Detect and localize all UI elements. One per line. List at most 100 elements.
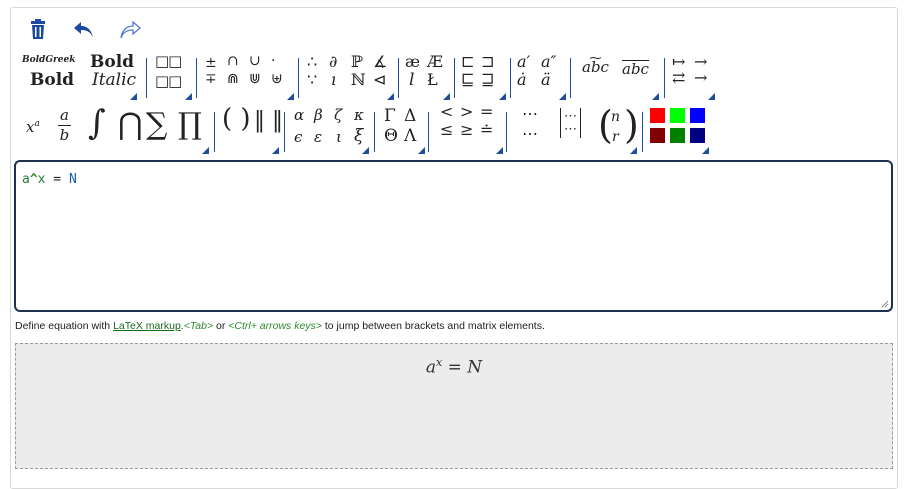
undo-button[interactable] <box>72 18 96 42</box>
resize-handle-icon[interactable] <box>881 300 889 308</box>
dropdown-corner-icon <box>652 93 659 100</box>
boxes-bottom-icon: □□ <box>155 72 182 90</box>
toolbar-row-1: BoldGreek Bold Bold Italic □□ □□ ± ∓ ∩ ⋒… <box>18 50 898 102</box>
wide-accents-group[interactable]: ⁓ abc abc <box>578 50 660 100</box>
separator <box>664 58 665 98</box>
script-l-symbol: l <box>409 70 415 90</box>
triangleleft-symbol: ⊲ <box>373 70 387 89</box>
cup-symbol: ∪ <box>249 53 261 69</box>
sum-button[interactable]: ∑ <box>146 110 167 140</box>
dropdown-corner-icon <box>443 93 450 100</box>
redo-icon <box>120 20 141 39</box>
double-cap-symbol: ⋒ <box>227 71 239 87</box>
sqsupset-symbol: ⊐ <box>481 52 495 71</box>
code-token: N <box>68 172 77 187</box>
xi-symbol: ξ <box>354 126 364 146</box>
angle-symbol: ∡ <box>373 52 388 71</box>
varepsilon-symbol: ε <box>314 128 323 146</box>
double-prime-symbol: a″ <box>541 52 557 71</box>
color-swatch[interactable] <box>650 128 665 143</box>
special-letters-group[interactable]: æ l Æ Ł <box>403 50 451 100</box>
sqsubset-symbol: ⊏ <box>461 52 475 71</box>
matrix-bracket-group[interactable]: ⋯ ⋯ <box>558 104 594 154</box>
integral-button[interactable]: ∫ <box>88 106 106 140</box>
dot-symbol: · <box>271 53 276 69</box>
dropdown-corner-icon <box>630 147 637 154</box>
separator <box>570 58 571 98</box>
separator <box>642 112 643 152</box>
set-relations-group[interactable]: ⊏ ⊐ ⊑ ⊒ <box>459 50 507 100</box>
bracket-matrix-icon: ⋯ ⋯ <box>560 108 581 138</box>
color-swatch[interactable] <box>670 108 685 123</box>
latex-editor-textarea[interactable]: a^x = N <box>14 160 893 312</box>
boxes-top-icon: □□ <box>155 52 182 70</box>
arrows-group[interactable]: ↦ → ⇄ → <box>670 50 716 100</box>
cap-symbol: ∩ <box>227 53 239 69</box>
preview-base: a <box>425 357 436 378</box>
AE-ligature: Æ <box>427 52 444 71</box>
Delta-symbol: Δ <box>404 106 417 126</box>
Theta-symbol: Θ <box>384 126 398 146</box>
separator <box>284 112 285 152</box>
color-swatch[interactable] <box>650 108 665 123</box>
uplus-symbol: ⊎ <box>271 71 283 87</box>
fraction-button[interactable]: ab <box>58 108 71 143</box>
dropdown-corner-icon <box>202 147 209 154</box>
dropdown-corner-icon <box>272 147 279 154</box>
dots-group[interactable]: ⋯ ⋯ <box>512 104 556 154</box>
greek-lowercase-group[interactable]: α β ζ κ ϵ ε ι ξ <box>290 104 370 154</box>
relations-group[interactable]: < > = ≤ ≥ ≐ <box>434 104 504 154</box>
bigcap-button[interactable]: ⋂ <box>118 110 143 140</box>
left-right-arrows-icon: ⇄ <box>672 68 686 87</box>
logic-symbols-group[interactable]: ∴ ∵ ∂ ı ℙ ℕ ∡ ⊲ <box>305 50 395 100</box>
separator <box>454 58 455 98</box>
color-palette-group[interactable] <box>648 104 710 154</box>
structures-group[interactable]: xa ab ∫ ⋂ ∑ ∏ <box>18 104 210 154</box>
greek-uppercase-group[interactable]: Γ Δ Θ Λ <box>380 104 426 154</box>
right-arrow-icon: → <box>694 68 708 87</box>
operators-group[interactable]: ± ∓ ∩ ⋒ ∪ ⋓ · ⊎ <box>203 50 295 100</box>
accents-group[interactable]: a′ a″ ȧ ä <box>515 50 567 100</box>
geq-symbol: ≥ <box>460 120 474 139</box>
boldgreek-label: BoldGreek <box>22 55 76 65</box>
separator <box>428 112 429 152</box>
font-style-group[interactable]: BoldGreek Bold Bold Italic <box>18 50 138 100</box>
undo-icon <box>74 22 93 38</box>
italic-button[interactable]: Italic <box>92 72 136 89</box>
product-button[interactable]: ∏ <box>178 110 202 140</box>
widetilde-button: ⁓ abc <box>582 51 609 76</box>
help-prefix: Define equation with <box>15 320 114 332</box>
dropdown-corner-icon <box>702 147 709 154</box>
help-suffix: to jump between brackets and matrix elem… <box>321 320 545 332</box>
latex-markup-link[interactable]: LaTeX markup <box>113 320 181 332</box>
superscript-button[interactable]: xa <box>26 120 40 135</box>
blackboard-n-symbol: ℕ <box>351 70 366 89</box>
dropdown-corner-icon <box>496 147 503 154</box>
blackboard-p-symbol: ℙ <box>351 52 364 71</box>
dropdown-corner-icon <box>418 147 425 154</box>
Lambda-symbol: Λ <box>404 126 417 146</box>
binomial-group[interactable]: ( n r ) <box>598 104 639 154</box>
tab-key-hint: <Tab> <box>183 320 214 332</box>
delete-button[interactable] <box>26 18 50 42</box>
Gamma-symbol: Γ <box>384 106 396 126</box>
color-swatch[interactable] <box>690 128 705 143</box>
delimiters-group[interactable]: ( ) ‖ ‖ <box>220 104 283 154</box>
color-swatch[interactable] <box>670 128 685 143</box>
kappa-symbol: κ <box>354 106 364 124</box>
color-swatch[interactable] <box>690 108 705 123</box>
norm-bars-button: ‖ ‖ <box>254 108 283 133</box>
separator <box>214 112 215 152</box>
minus-plus-symbol: ∓ <box>205 71 217 87</box>
separator <box>510 58 511 98</box>
parentheses-button: ( ) <box>222 104 251 134</box>
latex-code: a^x = N <box>22 172 77 187</box>
therefore-symbol: ∴ <box>307 52 318 71</box>
sqsupseteq-symbol: ⊒ <box>481 70 495 89</box>
dropdown-corner-icon <box>387 93 394 100</box>
bold-button[interactable]: Bold <box>90 54 134 71</box>
redo-button[interactable] <box>118 18 142 42</box>
zeta-symbol: ζ <box>334 106 343 124</box>
less-than-symbol: < <box>440 102 454 121</box>
matrix-template-group[interactable]: □□ □□ <box>153 50 193 100</box>
